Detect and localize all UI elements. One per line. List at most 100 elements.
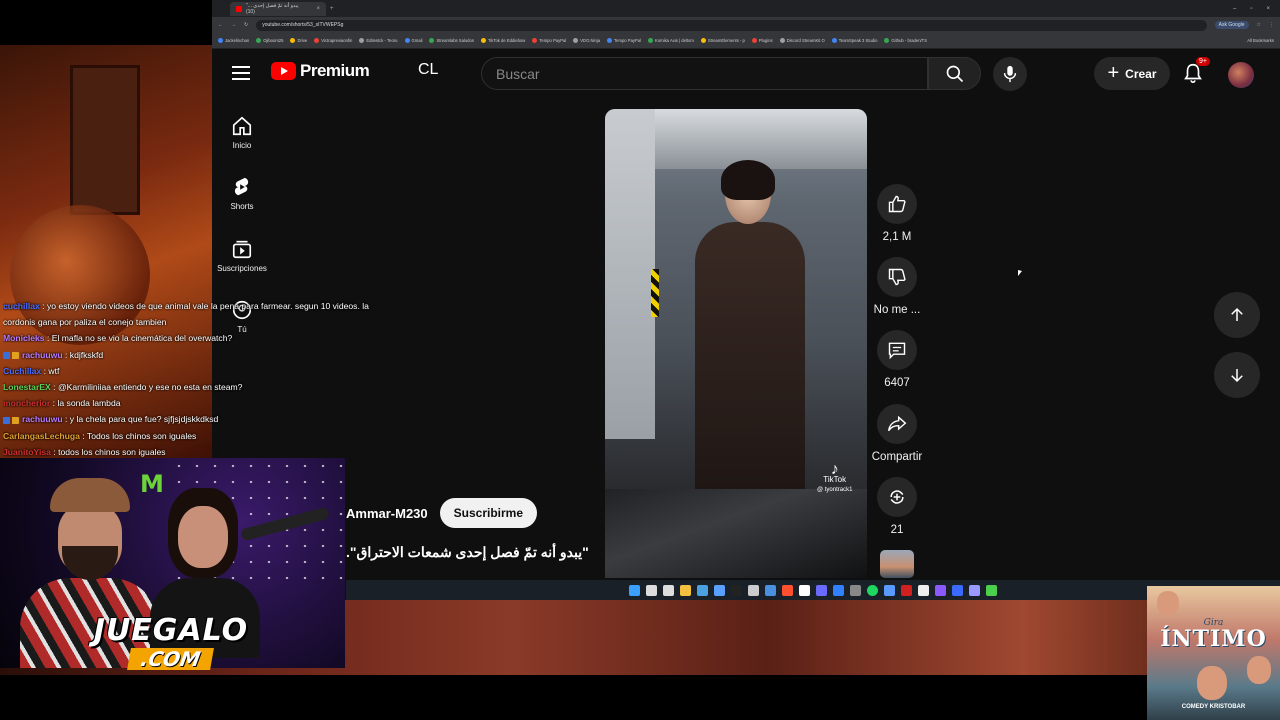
bookmark-star-icon[interactable]: ☆ [1257,22,1261,28]
bookmark-item[interactable]: Editestck - Teoru [359,38,398,43]
account-avatar[interactable] [1228,62,1254,88]
all-bookmarks-button[interactable]: All Bookmarks [1247,38,1274,43]
minimize-button[interactable]: – [1233,6,1236,12]
bookmark-item[interactable]: Github - braden/TS [884,38,927,43]
bookmark-item[interactable]: Streamlabs Saludos [429,38,474,43]
bookmark-label: Tempo PayPal [539,38,567,43]
share-label: Compartir [871,451,923,463]
poster-title-big: ÍNTIMO [1160,626,1267,652]
taskbar-app-icon[interactable] [731,584,742,596]
poster-face [1157,591,1179,615]
taskbar-app-icon[interactable] [782,584,793,596]
search-button[interactable] [928,57,981,90]
maximize-button[interactable]: ▫ [1250,6,1252,12]
short-caption: "يبدو أنه تمّ فصل إحدى شمعات الاحتراق". [346,544,589,560]
video-ceiling [655,109,867,169]
back-icon[interactable]: ← [218,22,223,28]
bookmark-item[interactable]: TikTok de Eddiebow [480,38,526,43]
bookmark-item[interactable]: StreamElements - p [700,38,745,43]
next-short-button[interactable] [1214,352,1260,398]
new-tab-button[interactable]: + [330,6,334,12]
taskbar-app-icon[interactable] [986,584,997,596]
voice-search-button[interactable] [993,57,1027,91]
short-video-player[interactable]: ♪ TikTok @ tyontrack1 [605,109,867,578]
taskbar-app-icon[interactable] [697,584,708,596]
bookmark-favicon-icon [648,38,654,43]
notifications-button[interactable]: 9+ [1182,57,1210,87]
search-input[interactable]: Buscar [481,57,928,90]
woman-face [178,506,228,568]
taskbar-app-icon[interactable] [935,584,946,596]
logo-text: Premium [300,61,370,80]
bookmark-item[interactable]: Gmail [404,38,422,43]
bookmark-item[interactable]: Discord StreamKit O [779,38,825,43]
chat-username: rachuuwu [22,414,63,425]
taskbar-app-icon[interactable] [748,584,759,596]
taskbar-app-icon[interactable] [646,584,657,596]
bookmarks-bar: Jackelinchan Ojiboom25 Drive Victrapreviaon… [212,33,1280,49]
mouse-cursor-icon [1018,270,1022,276]
share-button[interactable] [877,404,917,444]
bookmark-item[interactable]: Ojiboom25 [256,38,283,43]
nav-item-shorts[interactable]: Shorts [212,176,272,211]
comedy-poster: Gira ÍNTIMO COMEDY KRISTOBAR [1147,586,1280,720]
taskbar-app-icon[interactable] [833,584,844,596]
reload-icon[interactable]: ↻ [244,22,248,28]
taskbar-app-icon[interactable] [918,584,929,596]
juegalo-com-text: .COM [127,647,215,671]
forward-icon[interactable]: → [231,22,236,28]
sound-channel-thumbnail[interactable] [880,550,914,578]
taskbar-app-icon[interactable] [952,584,963,596]
taskbar-app-icon[interactable] [680,584,691,596]
bookmark-item[interactable]: Tempo PayPal [532,38,566,43]
taskbar-app-icon[interactable] [867,584,878,596]
tab-title: "يبدو أنه تمّ فصل إحدى ... (10) [245,2,299,15]
taskbar-app-icon[interactable] [901,584,912,596]
dislike-button[interactable] [877,257,917,297]
chat-message: rachuuwu : kdjfkskfd [3,347,403,363]
bookmark-item[interactable]: Komika Axis | deltom [648,38,694,43]
bookmark-label: StreamElements - p [707,38,745,43]
poster-face [1197,666,1227,700]
taskbar-app-icon[interactable] [850,584,861,596]
man-cap [50,478,130,512]
bookmark-item[interactable]: Victrapreviaonfin [314,38,352,43]
bookmark-item[interactable]: Tempo PayPal [607,38,641,43]
ask-google-button[interactable]: Ask Google [1214,21,1249,29]
bookmark-item[interactable]: Drive [290,38,307,43]
taskbar-app-icon[interactable] [816,584,827,596]
previous-short-button[interactable] [1214,292,1260,338]
browser-tab[interactable]: "يبدو أنه تمّ فصل إحدى ... (10) × [230,1,326,16]
taskbar-app-icon[interactable] [663,584,674,596]
create-button[interactable]: + Crear [1094,57,1170,90]
share-action: Compartir [867,404,927,463]
bookmark-item[interactable]: Jackelinchan [218,38,249,43]
chat-separator: : [79,430,87,441]
close-window-button[interactable]: × [1266,6,1270,12]
taskbar-app-icon[interactable] [969,584,980,596]
taskbar-app-icon[interactable] [765,584,776,596]
tab-close-icon[interactable]: × [316,6,320,12]
screen: "يبدو أنه تمّ فصل إحدى ... (10) × + – ▫ … [0,0,1280,720]
menu-dots-icon[interactable]: ⋮ [1269,22,1274,28]
taskbar-app-icon[interactable] [629,584,640,596]
taskbar-app-icon[interactable] [884,584,895,596]
bookmark-label: TikTok de Eddiebow [487,38,526,43]
taskbar-app-icon[interactable] [714,584,725,596]
bookmark-item[interactable]: Plugins [751,38,773,43]
menu-icon[interactable] [232,66,250,80]
remix-button[interactable] [877,477,917,517]
url-field[interactable]: youtube.com/shorts/53_sITVWEPSg [256,19,1207,31]
nav-item-suscripciones[interactable]: Suscripciones [212,238,272,273]
comments-button[interactable] [877,330,917,370]
bookmark-item[interactable]: TeamSpeak 3 Studio [831,38,878,43]
like-button[interactable] [877,184,917,224]
nav-item-inicio[interactable]: Inicio [212,115,272,150]
bookmark-item[interactable]: VDO.Ninja [573,38,600,43]
youtube-premium-logo[interactable]: Premium [271,61,370,81]
channel-name[interactable]: Ammar-M230 [346,506,428,521]
bookmark-favicon-icon [700,38,706,43]
taskbar-app-icon[interactable] [799,584,810,596]
subscribe-button[interactable]: Suscribirme [439,498,538,528]
bookmark-label: TeamSpeak 3 Studio [838,38,878,43]
